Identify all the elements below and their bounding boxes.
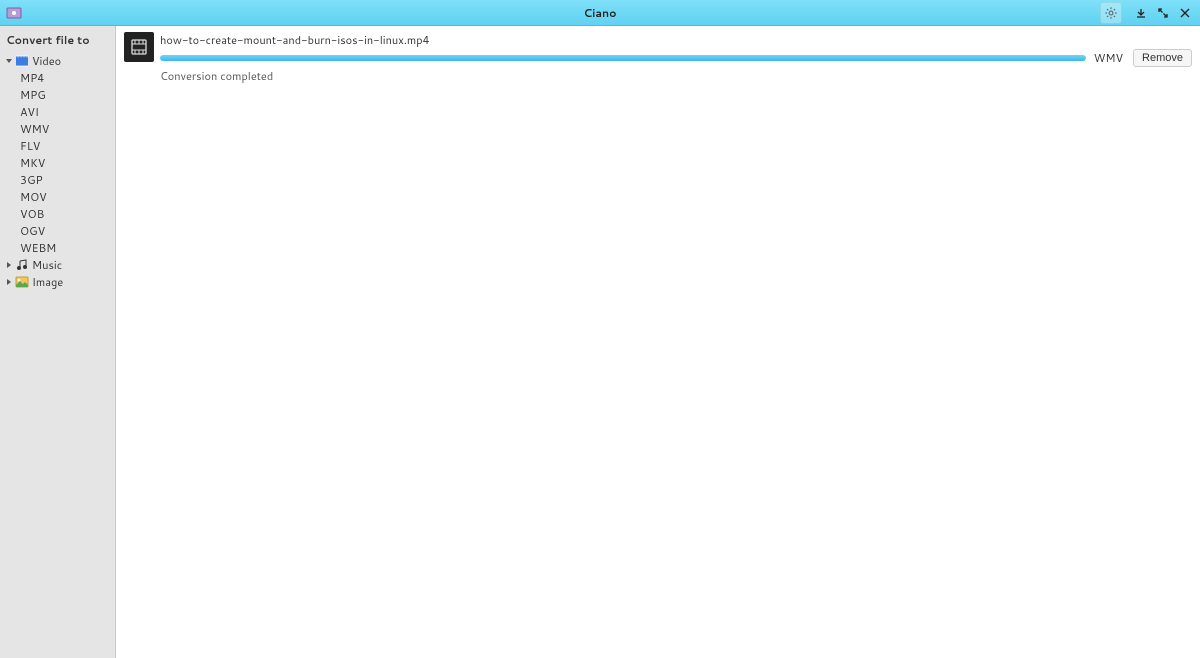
main-area: Convert file to Video MP4 MPG AVI WMV FL… [0,26,1200,658]
maximize-icon [1157,7,1169,19]
job-status: Conversion completed [160,68,1192,84]
sidebar-format-mov[interactable]: MOV [0,188,115,205]
sidebar-format-ogv[interactable]: OGV [0,222,115,239]
job-row: how-to-create-mount-and-burn-isos-in-lin… [120,30,1196,86]
sidebar-format-mpg[interactable]: MPG [0,86,115,103]
job-target-format: WMV [1094,50,1123,66]
sidebar-category-label: Video [32,53,61,69]
job-filename: how-to-create-mount-and-burn-isos-in-lin… [160,32,1192,48]
job-progress-fill [160,55,1086,61]
maximize-button[interactable] [1154,4,1172,22]
job-progress-bar [160,55,1086,61]
sidebar-format-avi[interactable]: AVI [0,103,115,120]
sidebar-format-flv[interactable]: FLV [0,137,115,154]
sidebar-format-wmv[interactable]: WMV [0,120,115,137]
close-icon [1179,7,1191,19]
sidebar-format-3gp[interactable]: 3GP [0,171,115,188]
app-icon [6,5,22,21]
sidebar-category-video[interactable]: Video [0,52,115,69]
sidebar-header: Convert file to [0,26,115,52]
close-button[interactable] [1176,4,1194,22]
chevron-right-icon [4,277,14,287]
sidebar-format-mp4[interactable]: MP4 [0,69,115,86]
image-icon [15,275,29,289]
settings-button[interactable] [1100,2,1122,24]
minimize-button[interactable] [1132,4,1150,22]
gear-icon [1104,6,1118,20]
window-title: Ciano [0,5,1200,21]
sidebar-category-image[interactable]: Image [0,273,115,290]
sidebar-format-vob[interactable]: VOB [0,205,115,222]
sidebar-category-music[interactable]: Music [0,256,115,273]
job-type-icon [124,32,154,62]
chevron-down-icon [4,56,14,66]
chevron-right-icon [4,260,14,270]
minimize-icon [1135,7,1147,19]
sidebar-category-label: Music [32,257,62,273]
titlebar: Ciano [0,0,1200,26]
remove-button[interactable]: Remove [1133,49,1192,67]
sidebar: Convert file to Video MP4 MPG AVI WMV FL… [0,26,116,658]
music-icon [15,258,29,272]
sidebar-format-webm[interactable]: WEBM [0,239,115,256]
job-list: how-to-create-mount-and-burn-isos-in-lin… [116,26,1200,658]
sidebar-format-mkv[interactable]: MKV [0,154,115,171]
film-icon [130,38,148,56]
video-icon [15,54,29,68]
sidebar-category-label: Image [32,274,63,290]
